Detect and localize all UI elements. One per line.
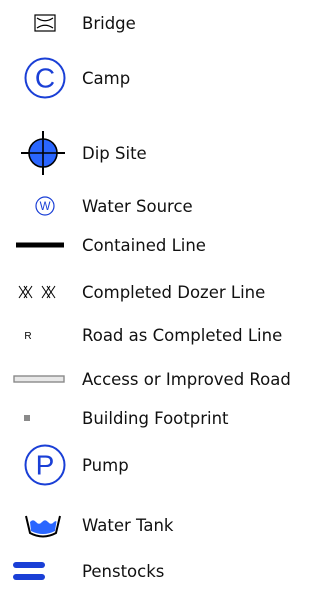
legend-label-building-footprint: Building Footprint: [82, 408, 229, 428]
legend-item-building-footprint: Building Footprint: [0, 396, 328, 440]
water-source-icon: W: [10, 184, 80, 228]
legend-item-water-source: W Water Source: [0, 184, 328, 228]
camp-icon: C: [10, 56, 80, 100]
water-source-letter: W: [40, 201, 51, 213]
legend-label-pump: Pump: [82, 455, 129, 475]
contained-line-icon: [0, 223, 70, 267]
legend-label-dip-site: Dip Site: [82, 143, 147, 163]
building-footprint-icon: [0, 396, 70, 440]
legend-item-penstocks: Penstocks: [0, 549, 328, 593]
legend-label-bridge: Bridge: [82, 13, 136, 33]
legend-label-water-tank: Water Tank: [82, 515, 174, 535]
legend-item-contained-line: Contained Line: [0, 223, 328, 267]
legend-label-contained-line: Contained Line: [82, 235, 206, 255]
pump-icon: P: [10, 443, 80, 487]
camp-letter: C: [35, 63, 55, 94]
legend-label-road-as-completed-line: Road as Completed Line: [82, 325, 283, 345]
dip-site-icon: [8, 131, 78, 175]
legend-label-water-source: Water Source: [82, 196, 193, 216]
legend-label-camp: Camp: [82, 68, 131, 88]
legend-item-completed-dozer-line: Completed Dozer Line: [0, 270, 328, 314]
legend-item-dip-site: Dip Site: [0, 131, 328, 175]
legend-item-bridge: Bridge: [0, 1, 328, 45]
legend-item-road-as-completed-line: R Road as Completed Line: [0, 313, 328, 357]
legend-item-pump: P Pump: [0, 443, 328, 487]
legend-label-penstocks: Penstocks: [82, 561, 165, 581]
road-letter: R: [24, 331, 31, 342]
pump-letter: P: [36, 450, 55, 481]
water-tank-icon: [8, 503, 78, 547]
legend-item-camp: C Camp: [0, 56, 328, 100]
completed-dozer-line-icon: [0, 270, 70, 314]
map-legend: Bridge C Camp Dip Site W Water Source Co…: [0, 0, 328, 585]
access-or-improved-road-icon: [0, 357, 70, 401]
legend-item-water-tank: Water Tank: [0, 503, 328, 547]
road-as-completed-line-icon: R: [0, 313, 70, 357]
legend-item-access-or-improved-road: Access or Improved Road: [0, 357, 328, 401]
legend-label-access-or-improved-road: Access or Improved Road: [82, 369, 291, 389]
legend-label-completed-dozer-line: Completed Dozer Line: [82, 282, 266, 302]
bridge-icon: [10, 1, 80, 45]
penstocks-icon: [0, 549, 70, 593]
